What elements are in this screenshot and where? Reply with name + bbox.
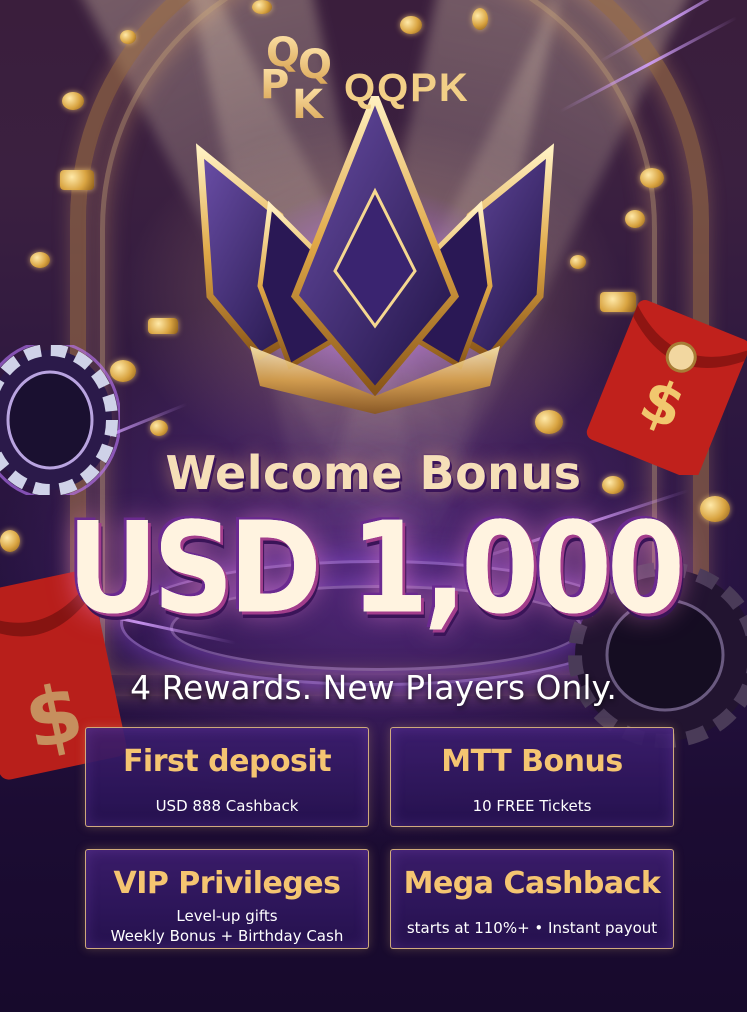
- reward-description-line: Level-up gifts: [176, 907, 278, 925]
- gold-coin-icon: [30, 252, 50, 268]
- reward-description: 10 FREE Tickets: [472, 797, 592, 815]
- reward-card-first-deposit[interactable]: First deposit USD 888 Cashback: [85, 727, 369, 827]
- gold-coin-icon: [62, 92, 84, 110]
- reward-title: MTT Bonus: [441, 744, 623, 779]
- reward-description: USD 888 Cashback: [155, 797, 299, 815]
- reward-description: starts at 110%+ • Instant payout: [406, 919, 658, 937]
- crown-icon: [195, 96, 555, 414]
- reward-title: Mega Cashback: [403, 866, 661, 901]
- logo-letter: P: [260, 62, 289, 108]
- bonus-amount: USD 1,000: [67, 496, 685, 642]
- gold-coin-icon: [148, 318, 178, 334]
- gold-coin-icon: [640, 168, 664, 188]
- gold-coin-icon: [570, 255, 586, 269]
- headline: Welcome Bonus: [165, 446, 582, 500]
- gold-coin-icon: [625, 210, 645, 228]
- gold-coin-icon: [120, 30, 136, 44]
- gold-coin-icon: [150, 420, 168, 436]
- reward-description: Level-up gifts Weekly Bonus + Birthday C…: [86, 906, 368, 946]
- subheadline: 4 Rewards. New Players Only.: [130, 668, 617, 707]
- gold-coin-icon: [252, 0, 272, 14]
- reward-title: VIP Privileges: [113, 866, 341, 901]
- reward-card-mega-cashback[interactable]: Mega Cashback starts at 110%+ • Instant …: [390, 849, 674, 949]
- brand-name: QQPK: [344, 66, 470, 110]
- brand-logo: Q Q P K QQPK: [258, 26, 490, 126]
- qqpk-logo-icon: Q Q P K: [260, 30, 332, 122]
- reward-description-line: Weekly Bonus + Birthday Cash: [110, 927, 344, 945]
- reward-card-mtt-bonus[interactable]: MTT Bonus 10 FREE Tickets: [390, 727, 674, 827]
- reward-card-vip-privileges[interactable]: VIP Privileges Level-up gifts Weekly Bon…: [85, 849, 369, 949]
- reward-title: First deposit: [122, 744, 332, 779]
- gold-coin-icon: [60, 170, 94, 190]
- logo-letter: K: [292, 82, 325, 122]
